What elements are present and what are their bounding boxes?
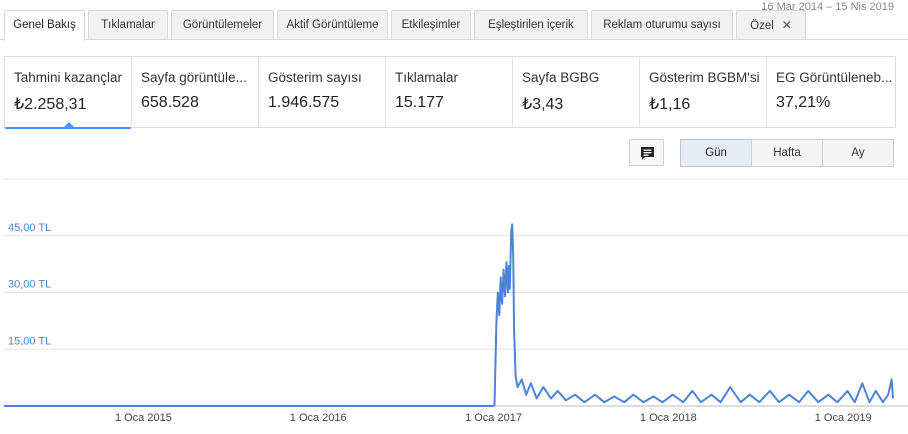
tab-overview[interactable]: Genel Bakış [4,10,85,41]
x-tick-label: 1 Oca 2017 [465,412,522,424]
tab-label: Özel [750,20,774,32]
metric-value: 15.177 [395,94,444,111]
earnings-chart: 15,00 TL 30,00 TL 45,00 TL 60,00 TL 1 Oca 20… [0,176,908,434]
metric-card-clicks[interactable]: Tıklamalar 15.177 [386,57,513,127]
y-tick-label: 45,00 TL [8,222,51,234]
metric-label: Gösterim BGBM'si [649,70,760,85]
x-tick-label: 1 Oca 2018 [640,412,697,424]
tab-label: Eşleştirilen içerik [488,19,574,31]
close-icon[interactable]: ✕ [782,18,792,32]
metric-label: EG Görüntüleneb... [776,70,893,85]
selected-caret-icon [63,122,75,128]
tab-matched-content[interactable]: Eşleştirilen içerik [474,10,588,40]
x-tick-label: 1 Oca 2019 [815,412,872,424]
metric-value: 37,21% [776,94,831,111]
metric-value: ₺2.258,31 [14,96,87,113]
tab-label: Genel Bakış [13,19,76,31]
tab-ad-sessions[interactable]: Reklam oturumu sayısı [591,10,733,40]
x-tick-label: 1 Oca 2016 [290,412,347,424]
metric-value: 658.528 [141,94,199,111]
earnings-series-line [4,223,894,407]
tab-label: Reklam oturumu sayısı [603,19,721,31]
tab-label: Aktif Görüntüleme [286,19,379,31]
tab-label: Etkileşimler [401,19,461,31]
comment-icon [641,147,654,160]
metric-card-impressions[interactable]: Gösterim sayısı 1.946.575 [259,57,386,127]
tab-custom[interactable]: Özel ✕ [736,10,806,40]
metric-card-active-view-viewable[interactable]: EG Görüntüleneb... 37,21% [767,57,895,127]
tab-label: Tıklamalar [101,19,155,31]
tab-views[interactable]: Görüntülemeler [171,10,274,40]
y-tick-label: 60,00 TL [8,176,51,177]
metric-value: 1.946.575 [268,94,340,111]
report-tabs: Genel Bakış Tıklamalar Görüntülemeler Ak… [4,10,908,41]
metric-card-impression-rpm[interactable]: Gösterim BGBM'si ₺1,16 [640,57,767,127]
x-tick-label: 1 Oca 2015 [115,412,172,424]
metric-card-estimated-earnings[interactable]: Tahmini kazançlar ₺2.258,31 [5,57,132,129]
metric-label: Tıklamalar [395,70,459,85]
tab-label: Görüntülemeler [182,19,263,31]
metric-card-page-rpm[interactable]: Sayfa BGBG ₺3,43 [513,57,640,127]
tab-interactions[interactable]: Etkileşimler [391,10,471,40]
metric-label: Tahmini kazançlar [14,70,123,85]
metric-cards: Tahmini kazançlar ₺2.258,31 Sayfa görünt… [4,56,896,129]
metric-value: ₺1,16 [649,96,691,113]
metric-label: Sayfa BGBG [522,70,600,85]
earnings-chart-svg: 15,00 TL 30,00 TL 45,00 TL 60,00 TL 1 Oca 20… [4,176,908,424]
metric-label: Gösterim sayısı [268,70,362,85]
y-tick-label: 30,00 TL [8,279,51,291]
month-button[interactable]: Ay [822,139,894,167]
annotation-button[interactable] [629,139,664,166]
metric-card-page-views[interactable]: Sayfa görüntüle... 658.528 [132,57,259,127]
week-button[interactable]: Hafta [751,139,823,167]
metric-label: Sayfa görüntüle... [141,70,247,85]
tab-active-view[interactable]: Aktif Görüntüleme [277,10,388,40]
tab-divider [0,39,908,40]
tab-clicks[interactable]: Tıklamalar [88,10,168,40]
metric-value: ₺3,43 [522,96,564,113]
y-tick-label: 15,00 TL [8,335,51,347]
day-button[interactable]: Gün [680,139,752,167]
